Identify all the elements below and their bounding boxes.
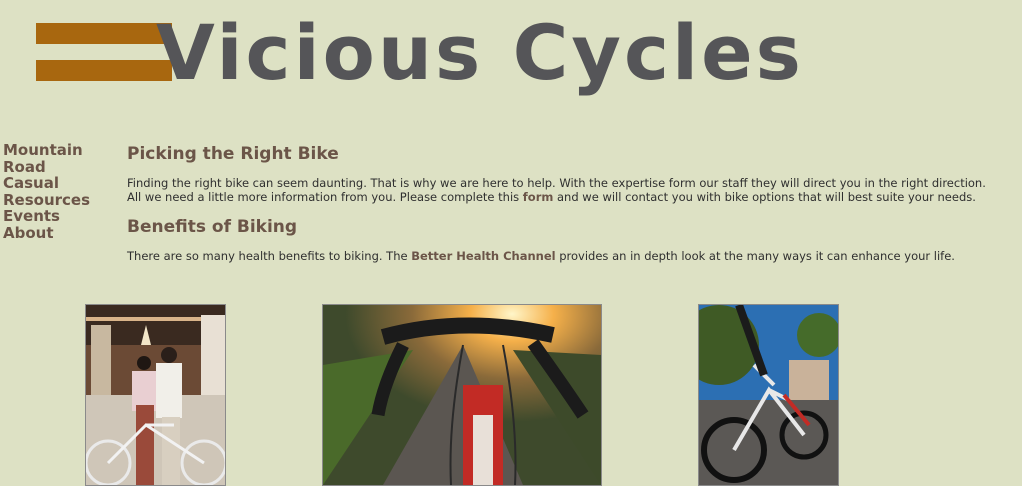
section-heading-picking: Picking the Right Bike <box>127 144 339 164</box>
nav-item-casual[interactable]: Casual <box>3 175 90 192</box>
section-text-picking: Finding the right bike can seem daunting… <box>127 176 997 204</box>
photo-bike-shop-couple <box>85 304 226 486</box>
photo-bike-parked <box>698 304 839 486</box>
main-nav: Mountain Road Casual Resources Events Ab… <box>3 142 90 242</box>
logo-stripe-bottom <box>36 60 172 81</box>
photo-road-bike-sunset <box>322 304 602 486</box>
section-heading-benefits: Benefits of Biking <box>127 217 298 237</box>
logo-stripe-top <box>36 23 172 44</box>
nav-item-events[interactable]: Events <box>3 208 90 225</box>
nav-item-road[interactable]: Road <box>3 158 90 176</box>
better-health-channel-link[interactable]: Better Health Channel <box>411 249 555 263</box>
text-segment: There are so many health benefits to bik… <box>127 249 412 263</box>
form-link[interactable]: form <box>523 190 554 204</box>
nav-item-resources[interactable]: Resources <box>3 192 90 209</box>
nav-item-about[interactable]: About <box>3 225 90 242</box>
text-segment: and we will contact you with bike option… <box>553 189 976 204</box>
nav-item-mountain[interactable]: Mountain <box>3 142 90 159</box>
site-title: Vicious Cycles <box>156 8 804 97</box>
site-logo: Vicious Cycles <box>36 8 966 104</box>
section-text-benefits: There are so many health benefits to bik… <box>127 249 997 264</box>
text-segment: provides an in depth look at the many wa… <box>555 249 955 263</box>
